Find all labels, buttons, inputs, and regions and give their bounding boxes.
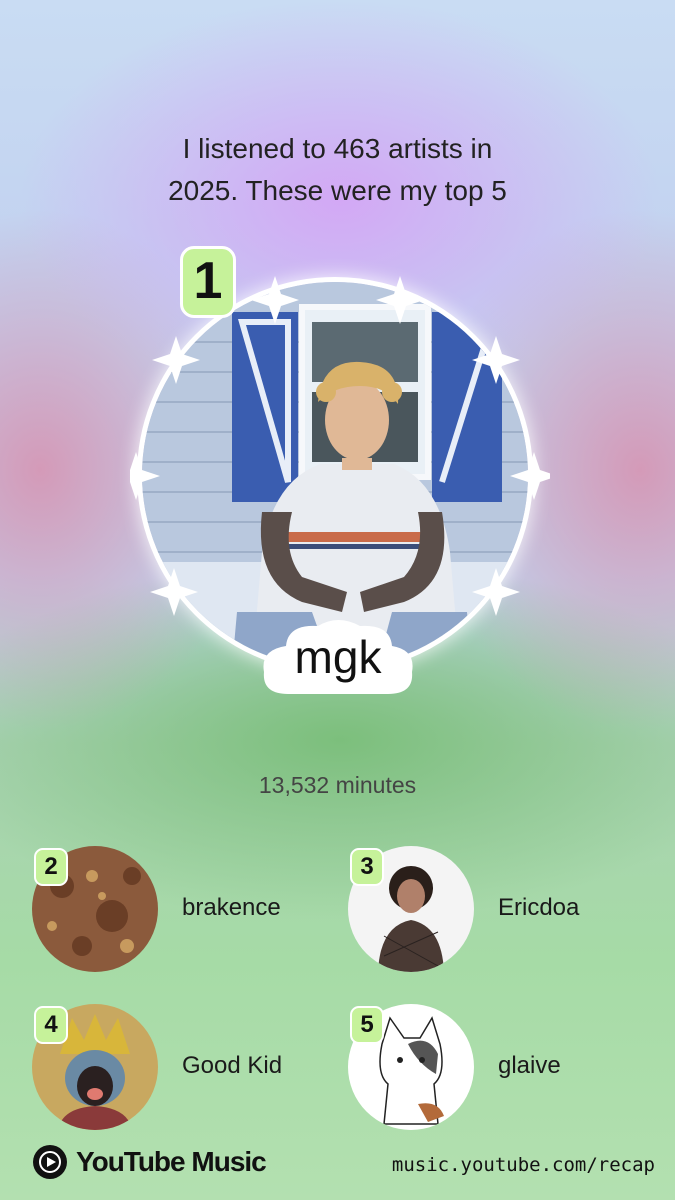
youtube-music-brand: YouTube Music	[76, 1146, 267, 1177]
artist-5-name: glaive	[498, 1052, 561, 1079]
artist-4-name: Good Kid	[182, 1052, 283, 1079]
rank-5-badge: 5	[350, 1006, 384, 1044]
artist-3-name: Ericdoa	[498, 894, 580, 921]
top-artist-minutes: 13,532 minutes	[258, 772, 417, 798]
recap-url[interactable]: music.youtube.com/recap	[392, 1154, 655, 1176]
rank-3-badge: 3	[350, 848, 384, 886]
artist-rank-5[interactable]: 5 glaive	[348, 1004, 648, 1134]
top-artist-name-cloud: mgk	[258, 616, 418, 702]
rank-1-badge: 1	[180, 246, 236, 318]
youtube-music-icon	[33, 1145, 67, 1179]
artist-rank-3[interactable]: 3 Ericdoa	[348, 846, 648, 976]
headline-line-2: 2025. These were my top 5	[168, 175, 507, 206]
headline-line-1: I listened to 463 artists in	[182, 133, 493, 164]
headline: I listened to 463 artists in 2025. These…	[0, 128, 675, 212]
youtube-music-logo[interactable]: YouTube Music	[32, 1142, 267, 1182]
top-artist-name: mgk	[294, 631, 382, 683]
rank-4-badge: 4	[34, 1006, 68, 1044]
artist-2-name: brakence	[182, 894, 281, 921]
artist-rank-4[interactable]: 4 Good Kid	[32, 1004, 332, 1134]
rank-2-badge: 2	[34, 848, 68, 886]
artist-rank-2[interactable]: 2 brakence	[32, 846, 332, 976]
